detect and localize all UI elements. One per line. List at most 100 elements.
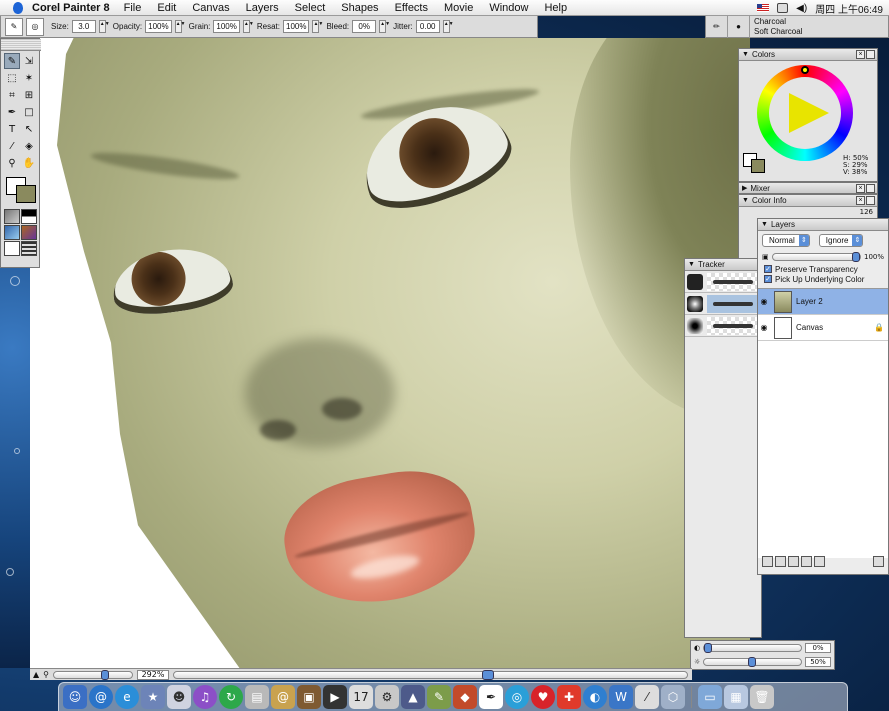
dropper-icon[interactable]: ⁄ <box>4 138 20 154</box>
shape-selection-icon[interactable]: ↖ <box>21 121 37 137</box>
saturation-value-triangle[interactable] <box>789 93 829 133</box>
zoom-field[interactable]: 292% <box>137 669 170 680</box>
visibility-eye-icon[interactable]: ◉ <box>758 323 770 332</box>
mixer-panel-title-bar[interactable]: ▶ Mixer × <box>738 182 878 194</box>
contrast-value[interactable]: 0% <box>805 643 831 653</box>
pattern-selector-icon[interactable] <box>4 225 20 240</box>
bleed-stepper[interactable]: ▲▼ <box>379 20 390 33</box>
jitter-field[interactable]: 0.00 <box>415 20 440 33</box>
brush-variant-name[interactable]: Soft Charcoal <box>754 27 802 37</box>
final-cut-icon[interactable]: ▶ <box>323 685 347 709</box>
itunes-icon[interactable]: ♫ <box>193 685 217 709</box>
applications-folder-icon[interactable]: ▦ <box>724 685 748 709</box>
preserve-transparency-checkbox[interactable]: ✓ <box>764 265 772 273</box>
paint-bucket-icon[interactable]: ◈ <box>21 138 37 154</box>
resat-field[interactable]: 100% <box>283 20 310 33</box>
close-icon[interactable]: × <box>856 184 865 193</box>
layer-commands-icon[interactable] <box>762 556 773 567</box>
toolbox-title-bar[interactable] <box>1 39 41 51</box>
volume-icon[interactable]: ◀) <box>796 3 807 14</box>
rectangle-shape-icon[interactable]: □ <box>21 104 37 120</box>
collapse-triangle-icon[interactable]: ▼ <box>761 221 768 228</box>
pick-up-underlying-checkbox[interactable]: ✓ <box>764 275 772 283</box>
brush-category-icon[interactable]: ✏ <box>706 15 728 38</box>
address-book-icon[interactable]: @ <box>271 685 295 709</box>
layer-row-canvas[interactable]: ◉ Canvas 🔒 <box>758 315 888 341</box>
calligraphy-icon[interactable]: ✒ <box>479 685 503 709</box>
close-icon[interactable]: × <box>856 50 865 59</box>
hue-ring[interactable] <box>757 65 853 161</box>
opacity-stepper[interactable]: ▲▼ <box>174 20 186 33</box>
colors-secondary-swatch[interactable] <box>751 159 765 173</box>
secondary-color-swatch[interactable] <box>16 185 36 203</box>
rectangular-selection-icon[interactable]: ⬚ <box>4 70 20 86</box>
zoom-icon[interactable] <box>866 50 875 59</box>
imovie-icon[interactable]: ★ <box>141 685 165 709</box>
collapse-triangle-icon[interactable]: ▼ <box>742 51 749 58</box>
menu-file[interactable]: File <box>124 2 142 14</box>
layer-adjuster-icon[interactable]: ⇲ <box>21 53 37 69</box>
expand-triangle-icon[interactable]: ▶ <box>742 184 747 192</box>
document-canvas[interactable] <box>30 38 750 668</box>
brush-category-name[interactable]: Charcoal <box>754 17 802 27</box>
menu-movie[interactable]: Movie <box>444 2 473 14</box>
jitter-stepper[interactable]: ▲▼ <box>442 20 454 33</box>
isync-icon[interactable]: ↻ <box>219 685 243 709</box>
resat-stepper[interactable]: ▲▼ <box>312 20 323 33</box>
trash-dock-icon[interactable]: 🗑 <box>750 685 774 709</box>
brush-icon[interactable]: ✎ <box>4 53 20 69</box>
system-preferences-icon[interactable]: ⚙ <box>375 685 399 709</box>
heart-icon[interactable]: ♥ <box>531 685 555 709</box>
zoom-icon[interactable] <box>866 184 875 193</box>
close-icon[interactable]: × <box>856 196 865 205</box>
zoom-slider[interactable] <box>53 669 134 680</box>
menu-window[interactable]: Window <box>489 2 528 14</box>
nozzle-selector-icon[interactable] <box>4 241 20 256</box>
cube-icon[interactable]: ⬡ <box>661 685 685 709</box>
finder-icon[interactable]: ☺ <box>63 685 87 709</box>
trash-icon[interactable] <box>873 556 884 567</box>
tracker-item[interactable] <box>685 315 761 337</box>
transform-icon[interactable]: ⊞ <box>21 87 37 103</box>
tracker-item[interactable] <box>685 271 761 293</box>
layers-title-bar[interactable]: ▼ Layers <box>758 219 888 231</box>
keynote-icon[interactable]: ▲ <box>401 685 425 709</box>
preview-icon[interactable]: ▤ <box>245 685 269 709</box>
grabber-hand-icon[interactable]: ✋ <box>21 155 37 171</box>
layer-opacity-slider[interactable] <box>771 252 861 262</box>
apple-menu-icon[interactable] <box>10 0 26 16</box>
brightness-value[interactable]: 50% <box>805 657 831 667</box>
painter-icon[interactable]: ✎ <box>427 685 451 709</box>
composite-method-select[interactable]: Normal <box>762 234 810 247</box>
globe-icon[interactable]: ◐ <box>583 685 607 709</box>
layer-opacity-value[interactable]: 100% <box>864 253 884 261</box>
crop-icon[interactable]: ⌗ <box>4 87 20 103</box>
composite-depth-select[interactable]: Ignore <box>818 234 864 247</box>
word-icon[interactable]: W <box>609 685 633 709</box>
brush-variant-icon[interactable]: ● <box>728 15 750 38</box>
ichat-icon[interactable]: ☻ <box>167 685 191 709</box>
menu-edit[interactable]: Edit <box>157 2 176 14</box>
text-icon[interactable]: T <box>4 121 20 137</box>
color-info-title-bar[interactable]: ▼ Color Info × <box>739 195 877 207</box>
hue-indicator[interactable] <box>801 66 809 74</box>
gradient-selector-icon[interactable] <box>21 209 37 224</box>
collapse-triangle-icon[interactable]: ▼ <box>688 261 695 268</box>
look-selector-icon[interactable] <box>21 241 37 256</box>
menu-help[interactable]: Help <box>544 2 567 14</box>
pen-icon[interactable]: ✒ <box>4 104 20 120</box>
new-layer-mask-icon[interactable] <box>814 556 825 567</box>
input-source-flag-icon[interactable] <box>757 4 770 12</box>
brightness-slider[interactable] <box>703 657 802 667</box>
display-icon[interactable] <box>777 3 789 13</box>
menu-layers[interactable]: Layers <box>246 2 279 14</box>
menu-select[interactable]: Select <box>295 2 326 14</box>
lock-icon[interactable]: 🔒 <box>874 323 884 332</box>
brush-tool-icon[interactable]: ✎ <box>5 17 23 36</box>
photoshop-icon[interactable]: ◆ <box>453 685 477 709</box>
safari-icon[interactable]: ◎ <box>505 685 529 709</box>
menu-canvas[interactable]: Canvas <box>192 2 229 14</box>
bleed-field[interactable]: 0% <box>352 20 377 33</box>
horizontal-scrollbar[interactable] <box>173 669 688 680</box>
grain-field[interactable]: 100% <box>213 20 240 33</box>
